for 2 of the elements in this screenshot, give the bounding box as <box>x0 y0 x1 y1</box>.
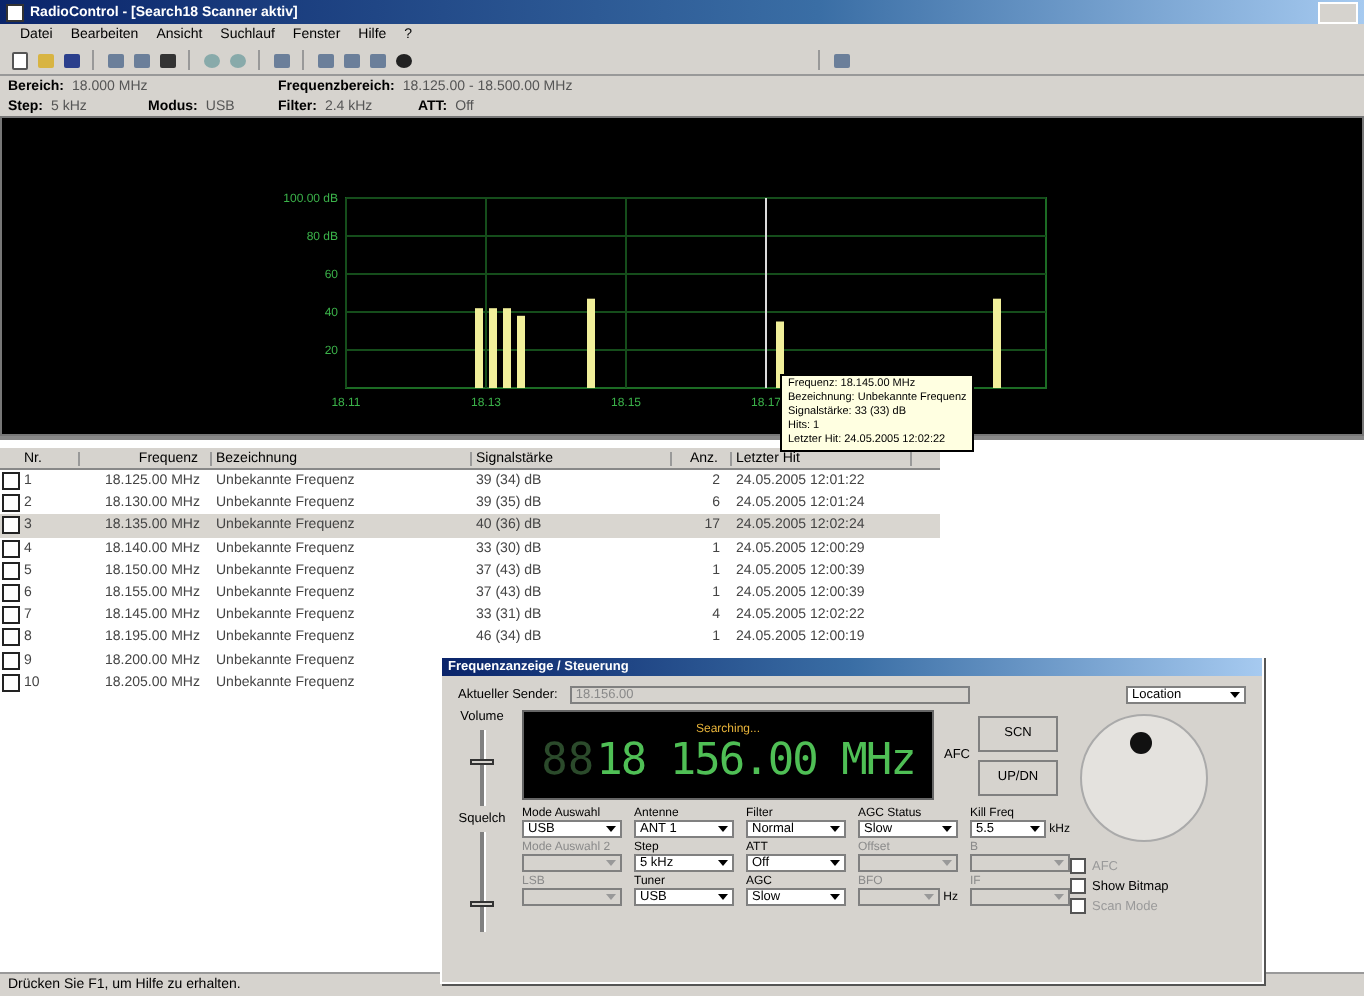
display-frequency: 18 156.00 MHz <box>596 736 915 786</box>
display-digits: 88 <box>541 736 595 786</box>
